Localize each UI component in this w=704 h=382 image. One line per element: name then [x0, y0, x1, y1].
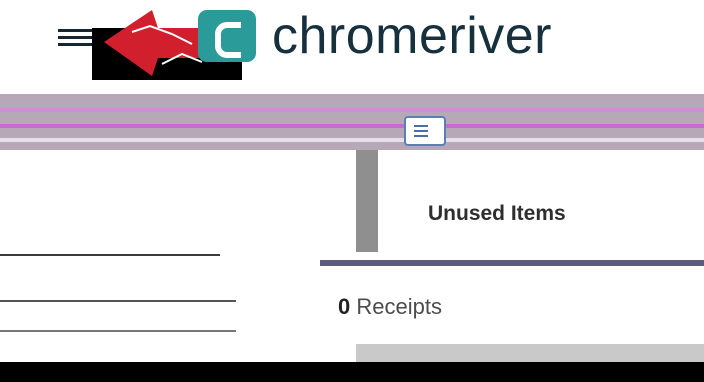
brand-name: chromeriver [272, 7, 552, 65]
main-content: Unused Items 0 Receipts [0, 94, 704, 382]
unused-items-title: Unused Items [428, 202, 566, 225]
receipts-count-link[interactable]: 0 Receipts [338, 294, 442, 320]
list-view-icon[interactable] [404, 116, 446, 146]
bottom-bar [0, 362, 704, 382]
receipts-count: 0 [338, 294, 351, 319]
toolbar [0, 94, 704, 150]
header-rule [320, 260, 704, 266]
receipts-label: Receipts [356, 294, 442, 319]
chromeriver-logo-icon [198, 10, 256, 62]
app-header: chromeriver [0, 0, 704, 92]
